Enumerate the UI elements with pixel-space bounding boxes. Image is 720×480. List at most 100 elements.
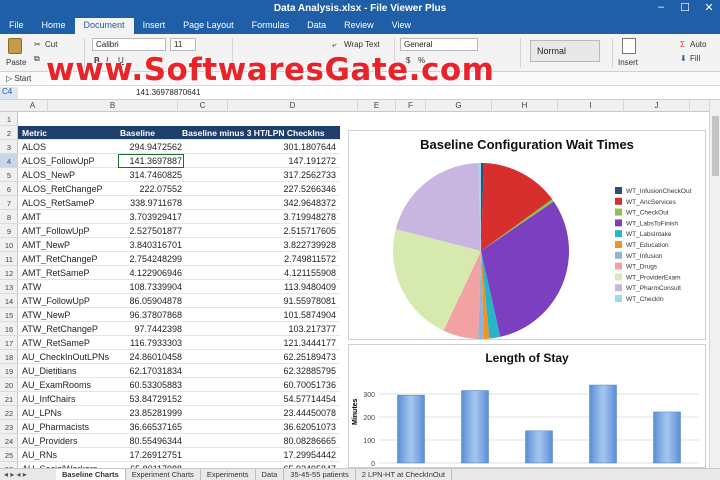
maximize-icon[interactable]: ☐ [678, 1, 692, 14]
cell-baseline-minus[interactable]: 3.822739928 [184, 240, 336, 250]
cell-baseline[interactable]: 80.55496344 [118, 436, 182, 446]
cell-baseline[interactable]: 62.17031834 [118, 366, 182, 376]
cell-baseline-minus[interactable]: 2.515717605 [184, 226, 336, 236]
close-icon[interactable]: ✕ [702, 1, 716, 14]
table-row[interactable]: AMT_NewP 3.840316701 3.822739928 [18, 238, 340, 252]
row-header[interactable]: 2 [0, 126, 18, 140]
cell-metric[interactable]: AU_RNs [22, 450, 118, 460]
cell-baseline-minus[interactable]: 4.121155908 [184, 268, 336, 278]
cell-baseline-minus[interactable]: 91.55978081 [184, 296, 336, 306]
row-header[interactable]: 13 [0, 280, 18, 294]
wrap-text-icon[interactable]: ⤶ [332, 40, 336, 50]
row-header[interactable]: 6 [0, 182, 18, 196]
number-format-select[interactable]: General [400, 38, 478, 51]
table-row[interactable]: AU_Dietitians 62.17031834 62.32885795 [18, 364, 340, 378]
row-header[interactable]: 22 [0, 406, 18, 420]
spreadsheet-grid[interactable]: ABCDEFGHIJ 1 2 3 4 5 6 7 8 9 10 11 12 13 14 15 16 17 18 19… [0, 100, 709, 468]
cell-baseline[interactable]: 4.122906946 [118, 268, 182, 278]
row-header[interactable]: 7 [0, 196, 18, 210]
table-row[interactable]: ATW 108.7339904 113.9480409 [18, 280, 340, 294]
cell-baseline-minus[interactable]: 342.9648372 [184, 198, 336, 208]
row-header[interactable]: 23 [0, 420, 18, 434]
bar-chart-panel[interactable]: Length of Stay 0 100 200 300 Minutes [348, 344, 706, 468]
tab-insert[interactable]: Insert [134, 18, 175, 34]
cell-baseline-minus[interactable]: 227.5266346 [184, 184, 336, 194]
row-header[interactable]: 20 [0, 378, 18, 392]
cell-baseline[interactable]: 96.37807868 [118, 310, 182, 320]
cell-metric[interactable]: AU_LPNs [22, 408, 118, 418]
table-row[interactable]: AMT_RetSameP 4.122906946 4.121155908 [18, 266, 340, 280]
column-header[interactable]: J [624, 100, 690, 112]
cell-metric[interactable]: ALOS_RetSameP [22, 198, 118, 208]
table-row[interactable]: ALOS_RetChangeP 222.07552 227.5266346 [18, 182, 340, 196]
row-header[interactable]: 11 [0, 252, 18, 266]
table-row[interactable]: AU_Pharmacists 36.66537165 36.62051073 [18, 420, 340, 434]
cell-baseline-minus[interactable]: 62.25189473 [184, 352, 336, 362]
cell-metric[interactable]: ATW [22, 282, 118, 292]
cell-metric[interactable]: AU_ExamRooms [22, 380, 118, 390]
table-row[interactable]: ALOS 294.9472562 301.1807644 [18, 140, 340, 154]
row-header[interactable]: 14 [0, 294, 18, 308]
row-header[interactable]: 19 [0, 364, 18, 378]
cell-baseline-minus[interactable]: 147.191272 [184, 156, 336, 166]
cell-metric[interactable]: ALOS_NewP [22, 170, 118, 180]
cell-baseline-minus[interactable]: 121.3444177 [184, 338, 336, 348]
paste-icon[interactable] [8, 38, 22, 54]
cell-baseline-minus[interactable]: 17.29954442 [184, 450, 336, 460]
cell-baseline[interactable]: 2.754248299 [118, 254, 182, 264]
row-header[interactable]: 10 [0, 238, 18, 252]
cell-baseline[interactable]: 3.840316701 [118, 240, 182, 250]
sheet-tab-experiment-charts[interactable]: Experiment Charts [126, 469, 201, 480]
cell-baseline[interactable]: 17.26912751 [118, 450, 182, 460]
tab-document[interactable]: Document [74, 18, 134, 34]
paste-button[interactable]: Paste [6, 58, 26, 67]
cell-baseline[interactable]: 294.9472562 [118, 142, 182, 152]
scrollbar-thumb[interactable] [712, 116, 719, 176]
formula-input[interactable]: 141.36978870641 [136, 88, 201, 97]
tab-view[interactable]: View [383, 18, 420, 34]
column-header[interactable]: A [18, 100, 48, 112]
row-header[interactable]: 12 [0, 266, 18, 280]
cut-button[interactable]: Cut [45, 40, 57, 49]
tab-data[interactable]: Data [298, 18, 335, 34]
column-header[interactable]: B [48, 100, 178, 112]
sheet-tab-data[interactable]: Data [256, 469, 285, 480]
row-header[interactable]: 24 [0, 434, 18, 448]
row-header[interactable]: 8 [0, 210, 18, 224]
table-row[interactable]: AU_InfChairs 53.84729152 54.57714454 [18, 392, 340, 406]
column-header[interactable]: E [358, 100, 396, 112]
cell-baseline-minus[interactable]: 60.70051736 [184, 380, 336, 390]
cell-baseline[interactable]: 222.07552 [118, 184, 182, 194]
wrap-text-button[interactable]: Wrap Text [344, 40, 380, 49]
cell-baseline[interactable]: 116.7933303 [118, 338, 182, 348]
fill-button[interactable]: Fill [690, 54, 700, 63]
cell-baseline[interactable]: 23.85281999 [118, 408, 182, 418]
cell-metric[interactable]: ALOS_FollowUpP [22, 156, 118, 166]
cell-baseline[interactable]: 53.84729152 [118, 394, 182, 404]
table-row[interactable]: AMT_RetChangeP 2.754248299 2.749811572 [18, 252, 340, 266]
sheet-tab-35-45-55-patients[interactable]: 35-45-55 patients [284, 469, 356, 480]
cell-baseline[interactable]: 2.527501877 [118, 226, 182, 236]
vertical-scrollbar[interactable] [709, 100, 720, 468]
cell-baseline[interactable]: 36.66537165 [118, 422, 182, 432]
row-header[interactable]: 4 [0, 154, 18, 168]
cell-metric[interactable]: ALOS [22, 142, 118, 152]
table-row[interactable]: ATW_RetSameP 116.7933303 121.3444177 [18, 336, 340, 350]
cell-metric[interactable]: ATW_RetChangeP [22, 324, 118, 334]
cell-baseline-minus[interactable]: 301.1807644 [184, 142, 336, 152]
column-header[interactable]: C [178, 100, 228, 112]
table-row[interactable]: AU_CheckInOutLPNs 24.86010458 62.25189473 [18, 350, 340, 364]
cell-metric[interactable]: AMT_NewP [22, 240, 118, 250]
cell-baseline-minus[interactable]: 113.9480409 [184, 282, 336, 292]
column-header[interactable]: F [396, 100, 426, 112]
font-name-select[interactable]: Calibri [92, 38, 166, 51]
insert-cells-icon[interactable] [622, 38, 636, 54]
column-header[interactable]: I [558, 100, 624, 112]
cell-baseline-minus[interactable]: 36.62051073 [184, 422, 336, 432]
cell-baseline[interactable]: 3.703929417 [118, 212, 182, 222]
cell-baseline[interactable]: 97.7442398 [118, 324, 182, 334]
row-header[interactable]: 17 [0, 336, 18, 350]
cell-metric[interactable]: AU_Dietitians [22, 366, 118, 376]
tab-page-layout[interactable]: Page Layout [174, 18, 243, 34]
cell-metric[interactable]: AMT_FollowUpP [22, 226, 118, 236]
